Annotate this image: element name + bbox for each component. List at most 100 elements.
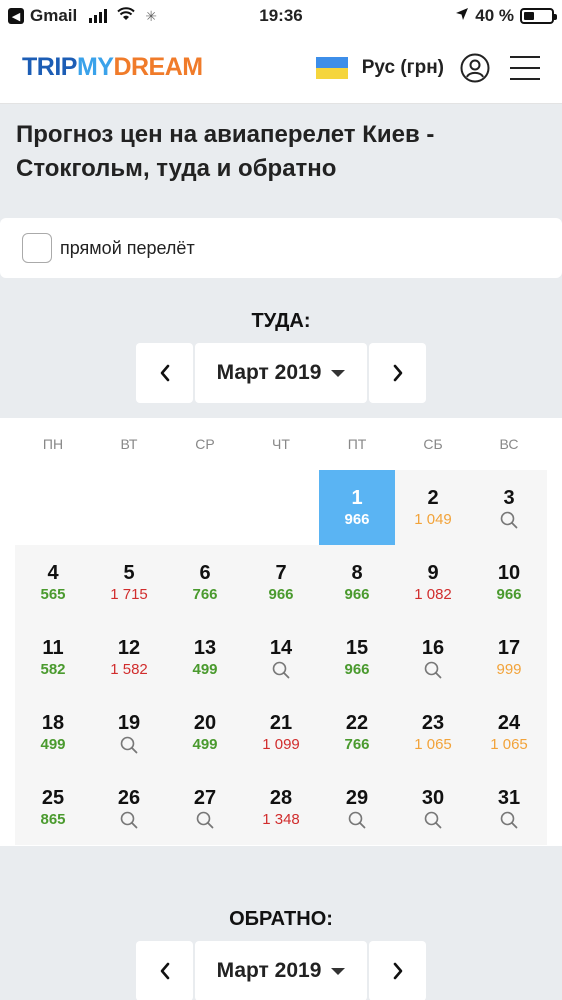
calendar-day-number: 1 [351, 487, 363, 509]
outbound-calendar: ПН ВТ СР ЧТ ПТ СБ ВС 1 966 2 1 049 3 4 565 5 1 715 6 766… [0, 418, 562, 846]
calendar-day-cell[interactable]: 18 499 [15, 695, 91, 770]
logo-part-trip: TRIP [22, 53, 77, 81]
calendar-day-number: 31 [497, 787, 521, 809]
calendar-day-number: 6 [199, 562, 211, 584]
outbound-month-select[interactable]: Март 2019 [195, 343, 367, 403]
search-icon [500, 811, 518, 829]
calendar-day-number: 5 [123, 562, 135, 584]
status-left: ◀ Gmail ✳ [8, 6, 208, 26]
calendar-day-number: 15 [345, 637, 369, 659]
caret-down-icon [331, 369, 346, 377]
calendar-day-cell[interactable]: 30 [395, 770, 471, 845]
chevron-right-icon [393, 962, 402, 980]
weekday-label: СБ [423, 436, 443, 452]
calendar-day-cell[interactable]: 1 966 [319, 470, 395, 545]
calendar-day-price: 966 [344, 586, 370, 603]
calendar-day-cell[interactable]: 6 766 [167, 545, 243, 620]
weekday-label: ЧТ [272, 436, 290, 452]
calendar-day-number: 3 [503, 487, 515, 509]
return-prev-month-button[interactable] [136, 941, 193, 1000]
calendar-day-price: 966 [268, 586, 294, 603]
calendar-day-cell[interactable]: 25 865 [15, 770, 91, 845]
calendar-day-number: 12 [117, 637, 141, 659]
calendar-day-number: 26 [117, 787, 141, 809]
calendar-day-cell[interactable]: 16 [395, 620, 471, 695]
calendar-day-cell[interactable]: 8 966 [319, 545, 395, 620]
calendar-day-cell[interactable]: 17 999 [471, 620, 547, 695]
calendar-day-price: 966 [344, 511, 370, 528]
calendar-day-cell[interactable]: 27 [167, 770, 243, 845]
calendar-day-price: 1 082 [414, 586, 452, 603]
return-next-month-button[interactable] [369, 941, 426, 1000]
calendar-day-cell[interactable]: 15 966 [319, 620, 395, 695]
user-icon[interactable] [460, 53, 490, 83]
calendar-day-price: 999 [496, 661, 522, 678]
search-icon [120, 811, 138, 829]
weekday-label: ВС [499, 436, 519, 452]
calendar-day-number: 16 [421, 637, 445, 659]
calendar-day-price: 499 [192, 736, 218, 753]
chevron-left-icon [160, 962, 169, 980]
calendar-day-number: 9 [427, 562, 439, 584]
calendar-day-price: 766 [344, 736, 370, 753]
calendar-day-cell[interactable]: 13 499 [167, 620, 243, 695]
calendar-day-cell[interactable]: 22 766 [319, 695, 395, 770]
calendar-day-cell[interactable]: 5 1 715 [91, 545, 167, 620]
calendar-day-price: 565 [40, 586, 66, 603]
calendar-day-price: 1 049 [414, 511, 452, 528]
calendar-day-cell[interactable]: 31 [471, 770, 547, 845]
logo[interactable]: TRIPMYDREAM [22, 53, 203, 82]
calendar-day-number: 23 [421, 712, 445, 734]
ukraine-flag-icon[interactable] [315, 56, 348, 79]
back-app-label[interactable]: Gmail [30, 6, 77, 26]
calendar-day-cell[interactable]: 26 [91, 770, 167, 845]
calendar-day-cell[interactable]: 14 [243, 620, 319, 695]
calendar-day-number: 11 [42, 637, 64, 659]
weekday-label: ВТ [120, 436, 138, 452]
calendar-day-cell[interactable]: 12 1 582 [91, 620, 167, 695]
calendar-day-price: 966 [344, 661, 370, 678]
hamburger-menu-icon[interactable] [510, 55, 540, 80]
return-month-nav: Март 2019 [136, 941, 426, 1000]
outbound-prev-month-button[interactable] [136, 343, 193, 403]
chevron-left-icon [160, 364, 169, 382]
status-bar: ◀ Gmail ✳ 19:36 40 % [0, 0, 562, 32]
calendar-day-cell[interactable]: 24 1 065 [471, 695, 547, 770]
loading-icon: ✳ [145, 7, 157, 24]
calendar-day-price: 1 099 [262, 736, 300, 753]
outbound-next-month-button[interactable] [369, 343, 426, 403]
calendar-day-cell[interactable]: 7 966 [243, 545, 319, 620]
calendar-empty-cell [167, 470, 243, 545]
outbound-title: ТУДА: [251, 310, 311, 332]
direct-flight-label[interactable]: прямой перелёт [60, 238, 195, 259]
chevron-right-icon [393, 364, 402, 382]
direct-flight-filter: прямой перелёт [0, 218, 562, 278]
calendar-day-cell[interactable]: 23 1 065 [395, 695, 471, 770]
calendar-empty-cell [91, 470, 167, 545]
calendar-day-price: 1 065 [490, 736, 528, 753]
calendar-empty-cell [243, 470, 319, 545]
language-currency-selector[interactable]: Рус (грн) [362, 57, 444, 79]
calendar-day-cell[interactable]: 11 582 [15, 620, 91, 695]
calendar-day-cell[interactable]: 2 1 049 [395, 470, 471, 545]
calendar-day-number: 29 [345, 787, 369, 809]
calendar-day-cell[interactable]: 4 565 [15, 545, 91, 620]
page-title: Прогноз цен на авиаперелет Киев - Стокго… [16, 121, 435, 182]
calendar-day-cell[interactable]: 20 499 [167, 695, 243, 770]
search-icon [500, 511, 518, 529]
calendar-day-cell[interactable]: 28 1 348 [243, 770, 319, 845]
calendar-day-number: 22 [345, 712, 369, 734]
calendar-day-price: 1 348 [262, 811, 300, 828]
calendar-day-cell[interactable]: 29 [319, 770, 395, 845]
calendar-day-cell[interactable]: 3 [471, 470, 547, 545]
calendar-day-cell[interactable]: 21 1 099 [243, 695, 319, 770]
calendar-day-number: 8 [351, 562, 363, 584]
back-arrow-icon[interactable]: ◀ [8, 8, 24, 24]
logo-part-dream: DREAM [113, 53, 203, 81]
calendar-day-cell[interactable]: 10 966 [471, 545, 547, 620]
return-month-select[interactable]: Март 2019 [195, 941, 367, 1000]
calendar-day-cell[interactable]: 19 [91, 695, 167, 770]
direct-flight-checkbox[interactable] [22, 233, 52, 263]
calendar-day-number: 30 [421, 787, 445, 809]
calendar-day-cell[interactable]: 9 1 082 [395, 545, 471, 620]
